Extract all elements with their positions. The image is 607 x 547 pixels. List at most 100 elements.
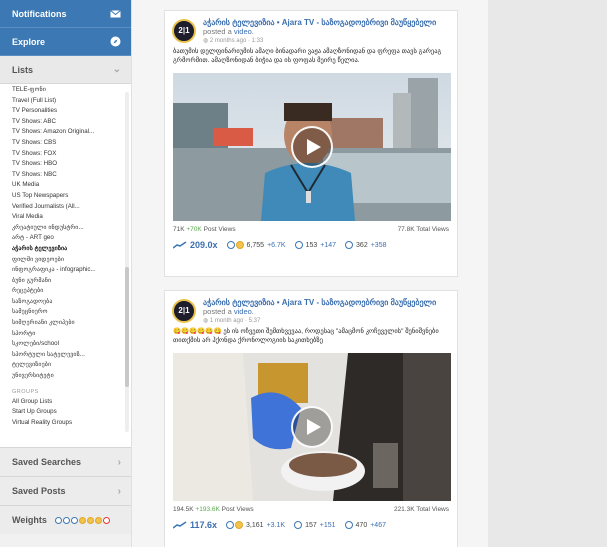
list-item[interactable]: სპორტი: [12, 329, 120, 340]
post-views-row: 194.5K +193.6K Post Views 221.3K Total V…: [165, 501, 457, 516]
sidebar-saved-posts[interactable]: Saved Posts ›: [0, 476, 131, 505]
list-item[interactable]: TV Shows: Amazon Original...: [12, 127, 120, 138]
list-item[interactable]: საზოგადოება: [12, 297, 120, 308]
page-avatar[interactable]: 2|1: [172, 19, 196, 43]
play-button[interactable]: [291, 406, 333, 448]
trend-line-icon: [173, 241, 187, 249]
list-item[interactable]: US Top Newspapers: [12, 191, 120, 202]
saved-searches-label: Saved Searches: [12, 457, 82, 467]
list-item[interactable]: რეცეპტები: [12, 286, 120, 297]
groups-label: GROUPS: [12, 388, 39, 395]
chevron-down-icon: ⌄: [112, 64, 121, 75]
play-icon: [307, 419, 321, 435]
video-thumbnail[interactable]: [173, 353, 451, 501]
page-name-link[interactable]: აჭარის ტელევიზია • Ajara TV - საზოგადოებ…: [203, 298, 449, 307]
post-views-value: 194.5K: [173, 506, 194, 513]
sidebar-saved-searches[interactable]: Saved Searches ›: [0, 447, 131, 476]
shares-stat: 362 +358: [345, 241, 387, 249]
lists-scroll-area[interactable]: TELE-ფონი Travel (Full List) TV Personal…: [0, 84, 131, 447]
list-item[interactable]: სპორტული სატელევიზ...: [12, 350, 120, 361]
chevron-right-icon: ›: [117, 456, 121, 468]
list-item[interactable]: სამეცნიერო: [12, 307, 120, 318]
list-item[interactable]: Travel (Full List): [12, 96, 120, 107]
list-item[interactable]: TV Personalities: [12, 106, 120, 117]
list-item[interactable]: TV Shows: NBC: [12, 170, 120, 181]
list-item[interactable]: TV Shows: FOX: [12, 149, 120, 160]
post-views-value: 71K: [173, 226, 185, 233]
list-item[interactable]: უნივერსიტეტი: [12, 371, 120, 382]
page-avatar[interactable]: 2|1: [172, 299, 196, 323]
list-item[interactable]: TV Shows: CBS: [12, 138, 120, 149]
post-card: 2|1 აჭარის ტელევიზია • Ajara TV - საზოგა…: [164, 10, 458, 277]
lists-scrollbar-thumb[interactable]: [125, 267, 129, 387]
share-weight-icon: [70, 516, 78, 524]
reactions-value: 6,755: [246, 241, 265, 249]
group-item[interactable]: All Group Lists: [12, 397, 120, 408]
comments-delta: +151: [319, 521, 336, 529]
engagement-stat: 117.6x: [173, 520, 217, 530]
post-header: 2|1 აჭარის ტელევიზია • Ajara TV - საზოგა…: [165, 291, 457, 325]
post-text: 😋😋😋😋😋😋 ეს ის ოჩვეთი შემთხვევაა, როდესაც …: [165, 325, 457, 349]
engagement-stat: 209.0x: [173, 240, 218, 250]
post-emoji-icons: 😋😋😋😋😋😋: [173, 328, 222, 335]
chevron-right-icon: ›: [117, 485, 121, 497]
play-button[interactable]: [291, 126, 333, 168]
list-item-active[interactable]: აჭარის ტელევიზია: [12, 244, 120, 255]
list-item[interactable]: კრეატიული ინდუსტრი...: [12, 223, 120, 234]
posted-prefix: posted a: [203, 27, 232, 36]
post-type-link[interactable]: video.: [234, 27, 254, 36]
shares-delta: +358: [370, 241, 387, 249]
feed-column: 2|1 აჭარის ტელევიზია • Ajara TV - საზოგა…: [132, 0, 488, 547]
group-item[interactable]: Start Up Groups: [12, 407, 120, 418]
post-card: 2|1 აჭარის ტელევიზია • Ajara TV - საზოგა…: [164, 290, 458, 547]
app-root: Notifications Explore Lists ⌄ TELE-ფონი …: [0, 0, 607, 547]
list-item[interactable]: სკოლები/school: [12, 339, 120, 350]
list-item[interactable]: TV Shows: HBO: [12, 159, 120, 170]
list-item[interactable]: TELE-ფონი: [12, 85, 120, 96]
page-name-link[interactable]: აჭარის ტელევიზია • Ajara TV - საზოგადოებ…: [203, 18, 449, 27]
post-views-delta: +70K: [186, 226, 202, 233]
list-item[interactable]: Viral Media: [12, 212, 120, 223]
list-item[interactable]: UK Media: [12, 180, 120, 191]
explore-label: Explore: [12, 36, 46, 47]
sidebar-item-explore[interactable]: Explore: [0, 28, 131, 56]
post-stats-row: 117.6x 3,161 +3.1K 157 +151 470 +467: [165, 516, 457, 530]
post-meta: ◍ 1 month ago · 5:37: [203, 317, 449, 324]
comments-stat: 153 +147: [294, 241, 336, 249]
list-item[interactable]: Verified Journalists (All...: [12, 202, 120, 213]
list-item[interactable]: ბუნი გურმანი: [12, 276, 120, 287]
comments-stat: 157 +151: [294, 521, 336, 529]
post-views-row: 71K +70K Post Views 77.8K Total Views: [165, 221, 457, 236]
share-icon: [344, 521, 353, 529]
list-item[interactable]: ფილმი ვიდეოები: [12, 255, 120, 266]
list-item[interactable]: TV Shows: ABC: [12, 117, 120, 128]
list-item[interactable]: სიმღერიანი კლიპები: [12, 318, 120, 329]
comment-icon: [294, 521, 303, 529]
post-text: ბათუმის დელფინარიუმის ამაღი ბინადარი ვაჟ…: [173, 48, 442, 64]
trend-line-icon: [173, 521, 187, 529]
post-meta: ◍ 2 months ago · 1:33: [203, 37, 449, 44]
post-stats-row: 209.0x 6,755 +6.7K 153 +147 362 +358: [165, 236, 457, 250]
total-views: 221.3K Total Views: [393, 506, 449, 513]
sidebar-lists-header[interactable]: Lists ⌄: [0, 56, 131, 84]
sidebar-item-notifications[interactable]: Notifications: [0, 0, 131, 28]
like-weight-icon: [78, 516, 86, 524]
comment-weight-icon: [62, 516, 70, 524]
total-views: 77.8K Total Views: [397, 226, 449, 233]
list-item[interactable]: ტელევიზიები: [12, 360, 120, 371]
post-type-link[interactable]: video.: [234, 307, 254, 316]
shares-value: 362: [356, 241, 368, 249]
haha-weight-icon: [86, 516, 94, 524]
list-item[interactable]: ინფოგრაფიკა - infographic...: [12, 265, 120, 276]
reactions-icon: [226, 521, 244, 529]
post-time: 2 months ago · 1:33: [209, 38, 264, 44]
shares-delta: +467: [370, 521, 386, 529]
group-item[interactable]: Virtual Reality Groups: [12, 418, 120, 429]
video-thumbnail[interactable]: [173, 73, 451, 221]
sidebar-weights[interactable]: Weights: [0, 505, 131, 534]
comment-icon: [294, 241, 303, 249]
lists-scrollbar[interactable]: [125, 92, 129, 432]
notifications-label: Notifications: [12, 8, 67, 19]
weights-row: Weights: [12, 515, 110, 525]
list-item[interactable]: არტ - ART geo: [12, 233, 120, 244]
